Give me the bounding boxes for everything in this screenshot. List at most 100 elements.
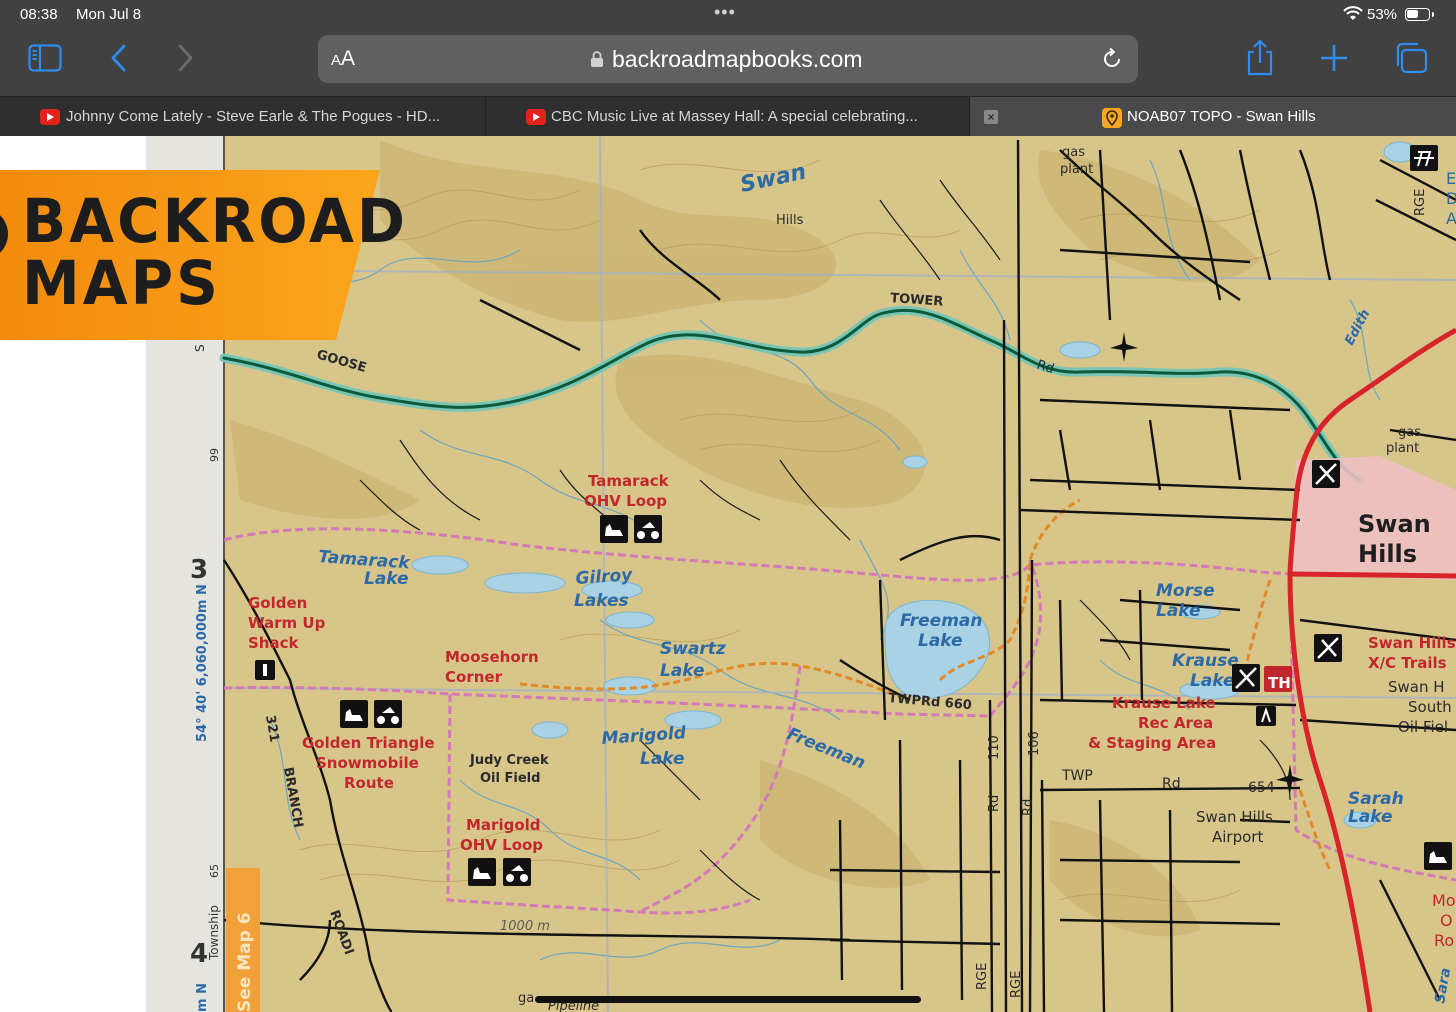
multitasking-dots-icon[interactable]: ••• [714,2,736,23]
coordinate-99: 99 [208,448,221,462]
label-swan-hills-town-2: Hills [1358,540,1417,568]
label-moosehorn-1: Moosehorn [445,648,539,666]
label-right-mo: Mo [1432,891,1456,910]
label-right-o: O [1440,911,1453,930]
label-ga-left: ga [518,991,534,1006]
label-rd-a: Rd [987,795,1002,812]
label-sarah-2: Lake [1348,807,1393,827]
atv-icon [634,515,662,543]
label-krause-2: Lake [1190,671,1235,691]
atv-icon [503,858,531,886]
logo-line-1: BACKROAD [22,185,409,257]
label-krause-rec-1: Krause Lake [1112,694,1216,712]
snowmobile-icon [340,700,368,728]
label-krause-rec-3: & Staging Area [1088,734,1216,752]
label-golden-2: Warm Up [248,614,326,632]
status-time: 08:38 [20,6,58,23]
label-swartz-2: Lake [660,661,705,681]
snowmobile-icon [468,858,496,886]
battery-icon [1405,8,1434,21]
tab-noab07-topo[interactable]: × NOAB07 TOPO - Swan Hills [970,97,1456,137]
label-rge-top: RGE [1413,189,1428,216]
label-krause-rec-2: Rec Area [1138,714,1213,732]
youtube-icon [526,109,546,125]
label-plant-top: plant [1060,162,1093,177]
label-marigold-ohv-2: OHV Loop [460,836,543,854]
new-tab-icon[interactable] [1318,42,1350,74]
backroad-maps-logo[interactable]: BACKROAD MAPS [0,170,405,340]
battery-percent: 53% [1367,6,1398,23]
label-gilroy-1: Gilroy [575,565,634,589]
share-icon[interactable] [1244,39,1276,77]
see-map-label: See Map 6 [235,912,255,1012]
label-golden-1: Golden [248,594,307,612]
trailhead-label: TH [1268,674,1291,692]
label-xc-2: X/C Trails [1368,654,1447,672]
back-icon[interactable] [106,42,132,74]
close-tab-icon[interactable]: × [984,110,998,124]
tab-cbc-music[interactable]: CBC Music Live at Massey Hall: A special… [486,97,970,137]
label-rge-b2: RGE [1009,971,1024,998]
label-gas-top: gas [1062,145,1085,160]
label-gilroy-2: Lakes [574,591,629,611]
label-rd-106: 106 [1027,731,1042,756]
map-pin-icon [1102,108,1122,128]
label-golden-triangle-2: Snowmobile [316,754,419,772]
logo-line-2: MAPS [22,247,221,319]
label-golden-triangle-3: Route [344,774,394,792]
label-elevation: 1000 m [500,919,550,934]
address-bar[interactable]: AA backroadmapbooks.com [318,35,1138,83]
label-right-ro: Ro [1434,931,1454,950]
coordinate-65: 65 [208,864,221,878]
label-marigold-lake-2: Lake [640,749,685,769]
home-indicator[interactable] [535,996,921,1003]
forward-icon[interactable] [172,42,198,74]
label-township: Township [207,905,221,961]
label-twp: TWP [1061,768,1093,784]
label-morse-2: Lake [1156,601,1201,621]
tab-label: NOAB07 TOPO - Swan Hills [1127,108,1316,125]
url-text[interactable]: backroadmapbooks.com [612,46,863,73]
coordinate-latitude: 54° 40' 6,060,000m N [195,584,210,742]
status-date: Mon Jul 8 [76,6,142,23]
label-morse-1: Morse [1156,581,1215,601]
label-tamarack-ohv-1: Tamarack [588,472,670,490]
label-tamarack-ohv-2: OHV Loop [584,492,667,510]
tab-label: CBC Music Live at Massey Hall: A special… [551,108,918,125]
label-gas-right-1: gas [1398,425,1421,440]
label-sarah-1: Sarah [1348,789,1404,809]
label-moosehorn-2: Corner [445,668,503,686]
label-rd-c: Rd [1162,776,1181,792]
label-oil-1: Swan H [1388,678,1445,696]
tab-bar: Johnny Come Lately - Steve Earle & The P… [0,96,1456,137]
label-airport-1: Swan Hills [1196,808,1273,826]
label-oil-3: Oil Fiel [1398,718,1448,736]
label-rd-b: Rd [1021,799,1036,816]
label-golden-triangle-1: Golden Triangle [302,734,435,752]
wifi-icon [1343,6,1363,20]
status-bar: 08:38 Mon Jul 8 ••• 53% [0,0,1456,30]
label-654: 654 [1248,780,1275,796]
label-swan-hills-town-1: Swan [1358,510,1431,538]
reload-icon[interactable] [1100,47,1124,71]
tab-johnny-come-lately[interactable]: Johnny Come Lately - Steve Earle & The P… [0,97,486,137]
tab-label: Johnny Come Lately - Steve Earle & The P… [66,108,441,125]
tabs-icon[interactable] [1394,42,1428,74]
label-tamarack-lake-2: Lake [364,569,409,589]
label-right-a: A [1446,209,1456,228]
label-marigold-ohv-1: Marigold [466,816,541,834]
label-oil-2: South [1408,698,1452,716]
lock-icon [591,51,603,67]
label-freeman-lake-1: Freeman [900,611,982,631]
youtube-icon [40,109,60,125]
text-size-button[interactable]: AA [331,47,355,71]
label-hills-small: Hills [776,213,804,228]
sidebar-icon[interactable] [28,44,62,72]
coordinate-s: S [193,344,207,352]
coordinate-mn: m N [195,983,210,1012]
label-golden-3: Shack [248,634,299,652]
label-krause-1: Krause [1172,651,1239,671]
label-judy-1: Judy Creek [469,753,549,768]
browser-toolbar: AA backroadmapbooks.com [0,30,1456,96]
label-judy-2: Oil Field [480,771,540,786]
